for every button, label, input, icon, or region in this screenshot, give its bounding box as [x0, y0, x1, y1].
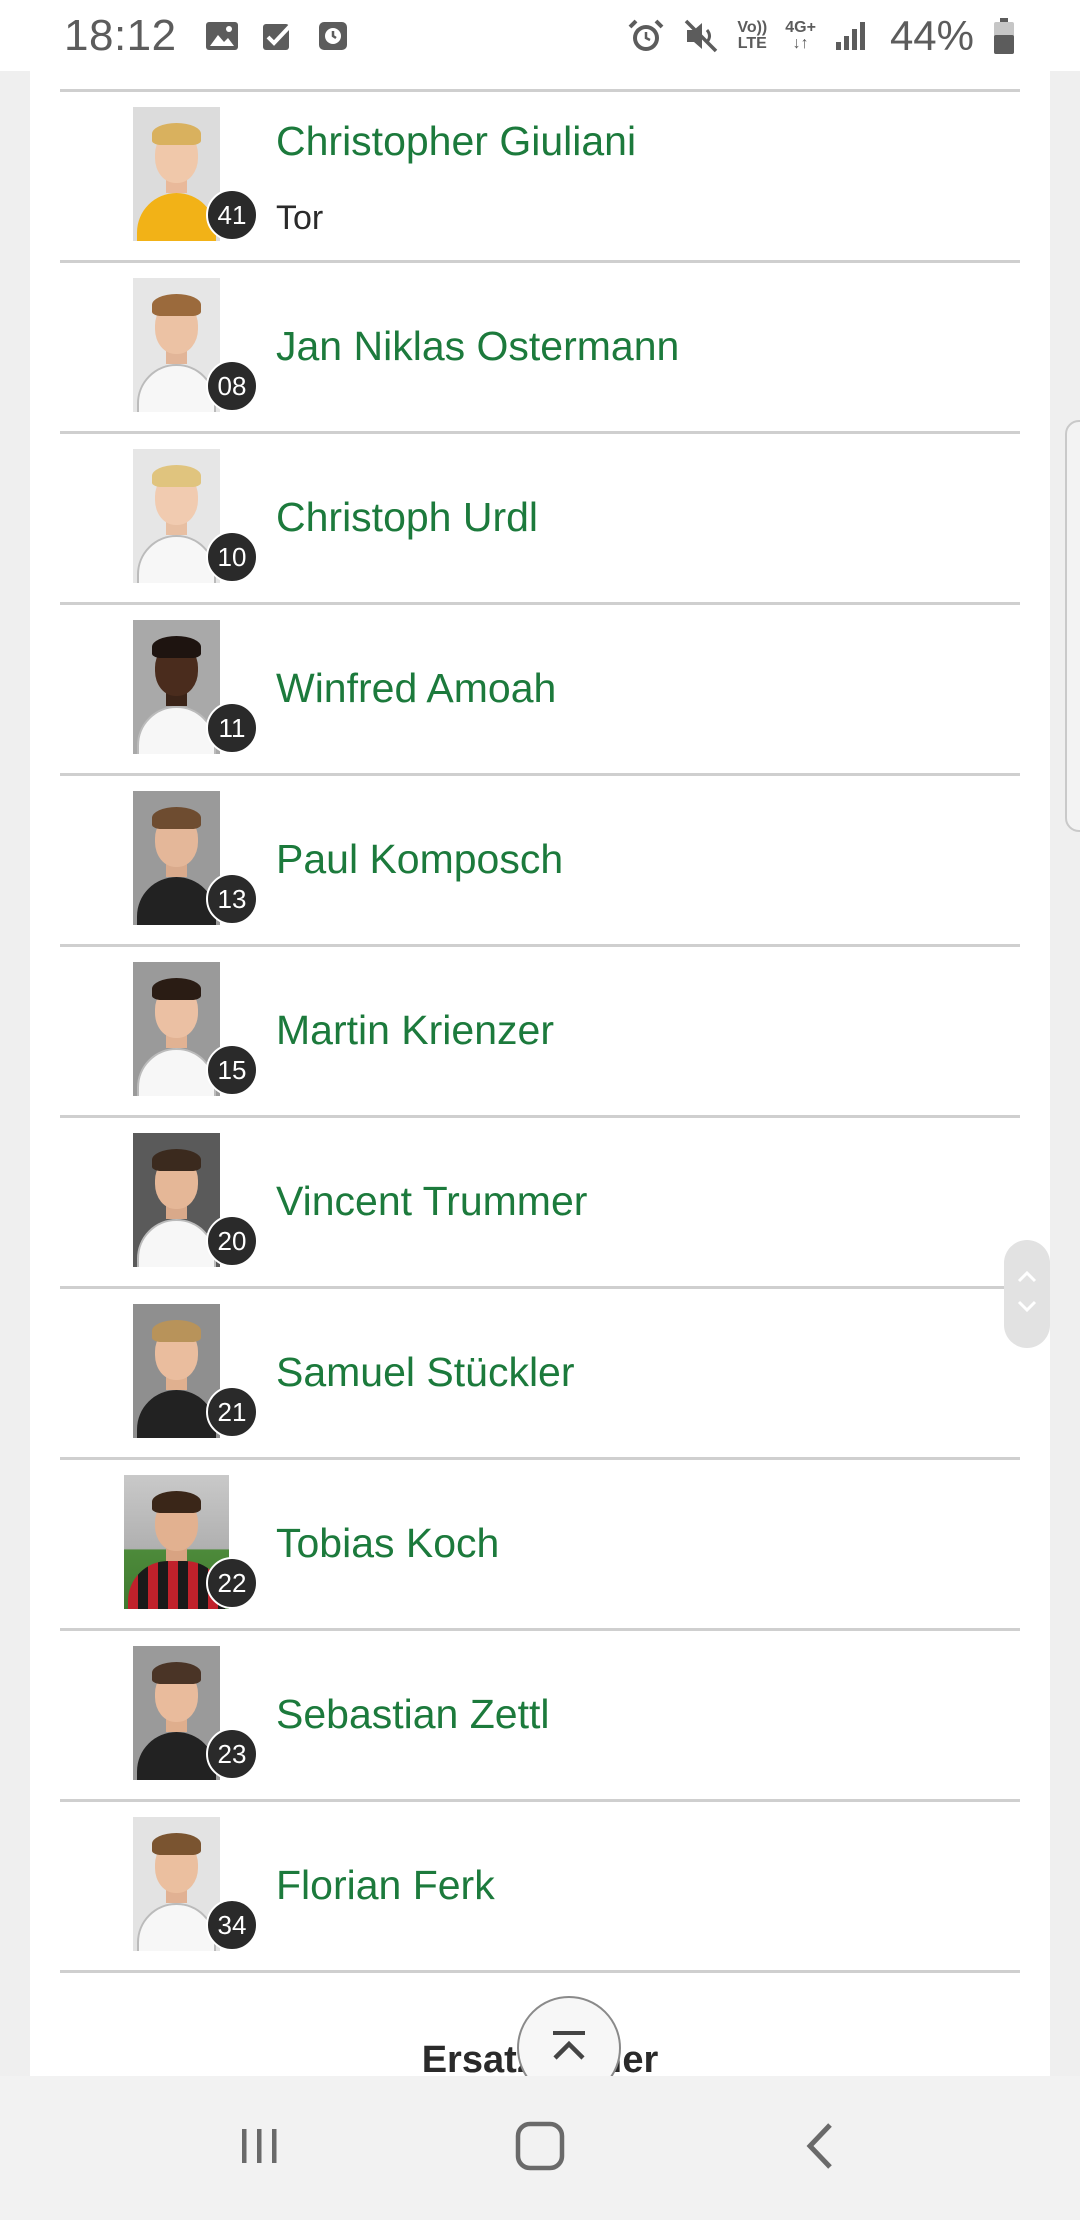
- player-row[interactable]: 13 Paul Komposch: [60, 776, 1020, 947]
- player-name-link[interactable]: Christoph Urdl: [276, 494, 538, 541]
- player-row[interactable]: 15 Martin Krienzer: [60, 947, 1020, 1118]
- player-row[interactable]: 21 Samuel Stückler: [60, 1289, 1020, 1460]
- volte-label-top: Vo)): [737, 18, 768, 36]
- jersey-number-badge: 13: [206, 873, 258, 925]
- volte-label-bottom: LTE: [737, 34, 767, 52]
- jersey-number-badge: 22: [206, 1557, 258, 1609]
- player-position: Tor: [276, 199, 324, 237]
- status-notification-icons: [205, 20, 349, 52]
- player-name-link[interactable]: Christopher Giuliani: [276, 118, 636, 165]
- home-button[interactable]: [480, 2098, 600, 2198]
- signal-icon: [834, 20, 868, 52]
- jersey-number-badge: 10: [206, 531, 258, 583]
- jersey-number-badge: 08: [206, 360, 258, 412]
- back-icon: [800, 2119, 840, 2178]
- home-icon: [513, 2119, 567, 2178]
- navigation-bar: [0, 2076, 1080, 2220]
- scroll-up-icon[interactable]: [1016, 1270, 1038, 1289]
- recent-apps-button[interactable]: [200, 2098, 320, 2198]
- player-name-link[interactable]: Martin Krienzer: [276, 1007, 554, 1054]
- player-name-link[interactable]: Paul Komposch: [276, 836, 563, 883]
- task-check-icon: [261, 20, 295, 52]
- player-name-link[interactable]: Vincent Trummer: [276, 1178, 587, 1225]
- player-row[interactable]: 11 Winfred Amoah: [60, 605, 1020, 776]
- 4g-data-icon: 4G+ ↓↑: [785, 18, 816, 52]
- jersey-number-badge: 11: [206, 702, 258, 754]
- jersey-number-badge: 41: [206, 189, 258, 241]
- battery-icon: [992, 17, 1016, 55]
- edge-panel-handle[interactable]: [1065, 420, 1080, 832]
- player-name-link[interactable]: Samuel Stückler: [276, 1349, 575, 1396]
- lineup-page[interactable]: 41 Christopher Giuliani Tor 08 Jan Nikla…: [30, 71, 1050, 2076]
- jersey-number-badge: 21: [206, 1386, 258, 1438]
- jersey-number-badge: 23: [206, 1728, 258, 1780]
- player-row[interactable]: 08 Jan Niklas Ostermann: [60, 263, 1020, 434]
- scroll-down-icon[interactable]: [1016, 1299, 1038, 1318]
- player-row[interactable]: 34 Florian Ferk: [60, 1802, 1020, 1973]
- player-name-link[interactable]: Tobias Koch: [276, 1520, 499, 1567]
- chevron-up-icon: [547, 2028, 591, 2069]
- back-to-top-button[interactable]: [517, 1996, 621, 2076]
- player-name-link[interactable]: Jan Niklas Ostermann: [276, 323, 679, 370]
- data-arrows-icon: ↓↑: [792, 34, 809, 52]
- status-bar: 18:12 Vo)) LTE 4G+ ↓↑ 44%: [0, 0, 1080, 71]
- back-button[interactable]: [760, 2098, 880, 2198]
- status-time: 18:12: [64, 10, 177, 60]
- image-icon: [205, 20, 239, 52]
- player-row[interactable]: 10 Christoph Urdl: [60, 434, 1020, 605]
- status-system-icons: Vo)) LTE 4G+ ↓↑ 44%: [627, 12, 1016, 60]
- recent-apps-icon: [235, 2121, 285, 2176]
- scroll-arrows[interactable]: [1004, 1240, 1050, 1348]
- jersey-number-badge: 34: [206, 1899, 258, 1951]
- network-label: 4G+: [785, 18, 816, 36]
- volte-icon: Vo)) LTE: [737, 18, 768, 52]
- clock-app-icon: [317, 20, 349, 52]
- battery-percent: 44%: [889, 11, 974, 59]
- mute-icon: [683, 18, 719, 54]
- player-row[interactable]: 22 Tobias Koch: [60, 1460, 1020, 1631]
- player-name-link[interactable]: Florian Ferk: [276, 1862, 495, 1909]
- player-name-link[interactable]: Winfred Amoah: [276, 665, 556, 712]
- player-row[interactable]: 20 Vincent Trummer: [60, 1118, 1020, 1289]
- player-row[interactable]: 41 Christopher Giuliani Tor: [60, 92, 1020, 263]
- player-row[interactable]: 23 Sebastian Zettl: [60, 1631, 1020, 1802]
- jersey-number-badge: 20: [206, 1215, 258, 1267]
- jersey-number-badge: 15: [206, 1044, 258, 1096]
- alarm-icon: [627, 18, 665, 54]
- player-name-link[interactable]: Sebastian Zettl: [276, 1691, 550, 1738]
